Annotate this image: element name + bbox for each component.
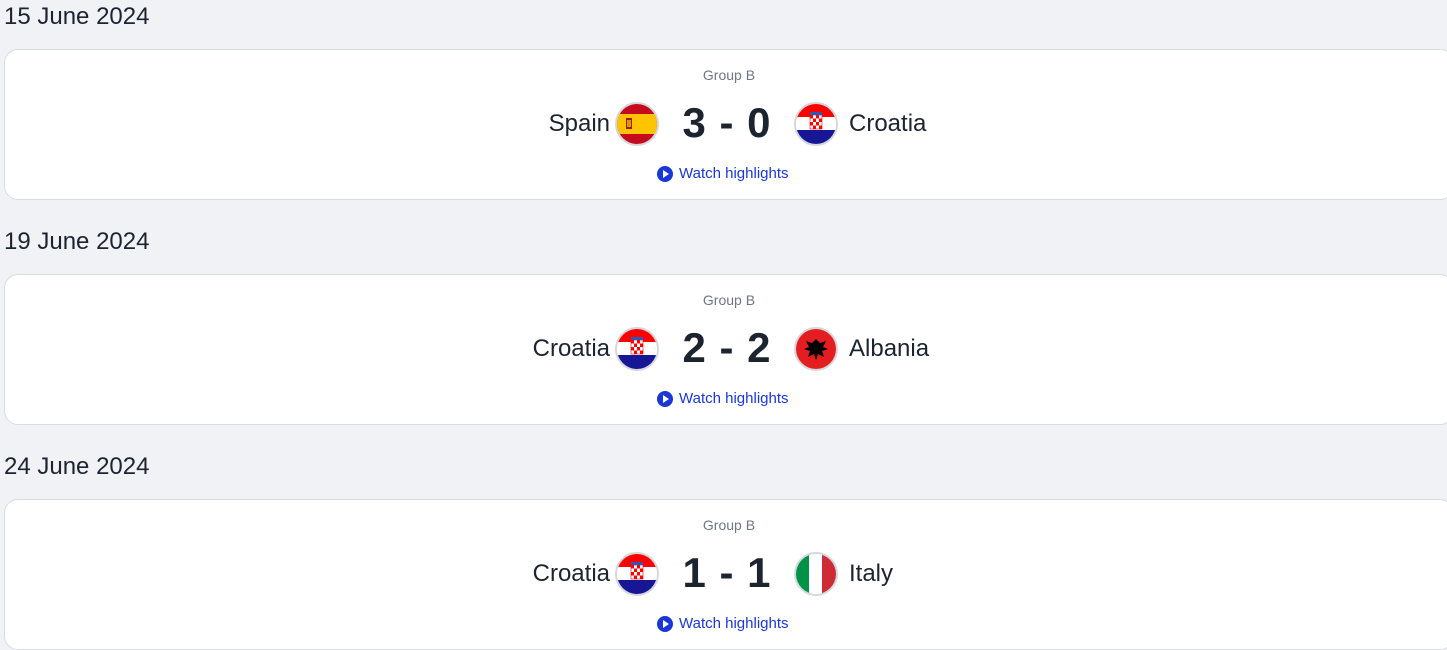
match-date: 24 June 2024: [4, 453, 150, 480]
watch-highlights-label: Watch highlights: [679, 615, 789, 632]
play-icon: [657, 390, 673, 407]
croatia-flag-icon: [794, 102, 838, 146]
away-team-name[interactable]: Albania: [849, 332, 929, 366]
home-team-name[interactable]: Spain: [549, 107, 610, 141]
watch-highlights-label: Watch highlights: [679, 390, 789, 407]
group-label: Group B: [702, 292, 756, 308]
watch-highlights-link[interactable]: Watch highlights: [657, 390, 789, 407]
play-icon: [657, 165, 673, 182]
home-team-name[interactable]: Croatia: [533, 557, 610, 591]
albania-flag-icon: [794, 327, 838, 371]
italy-flag-icon: [794, 552, 838, 596]
croatia-flag-icon: [615, 552, 659, 596]
away-team-name[interactable]: Italy: [849, 557, 893, 591]
play-icon: [657, 615, 673, 632]
score: 1 - 1: [682, 549, 772, 596]
spain-flag-icon: [615, 102, 659, 146]
match-date: 19 June 2024: [4, 228, 150, 255]
watch-highlights-label: Watch highlights: [679, 165, 789, 182]
score: 3 - 0: [682, 99, 772, 146]
croatia-flag-icon: [615, 327, 659, 371]
group-label: Group B: [702, 517, 756, 533]
match-card[interactable]: Group B Croatia 1 - 1 Italy Watch highli…: [4, 499, 1447, 650]
score: 2 - 2: [682, 324, 772, 371]
group-label: Group B: [702, 67, 756, 83]
away-team-name[interactable]: Croatia: [849, 107, 926, 141]
match-card[interactable]: Group B Spain 3 - 0 Croatia Watch highli…: [4, 49, 1447, 200]
match-date: 15 June 2024: [4, 3, 150, 30]
home-team-name[interactable]: Croatia: [533, 332, 610, 366]
watch-highlights-link[interactable]: Watch highlights: [657, 165, 789, 182]
match-card[interactable]: Group B Croatia 2 - 2 Albania Watch high…: [4, 274, 1447, 425]
watch-highlights-link[interactable]: Watch highlights: [657, 615, 789, 632]
